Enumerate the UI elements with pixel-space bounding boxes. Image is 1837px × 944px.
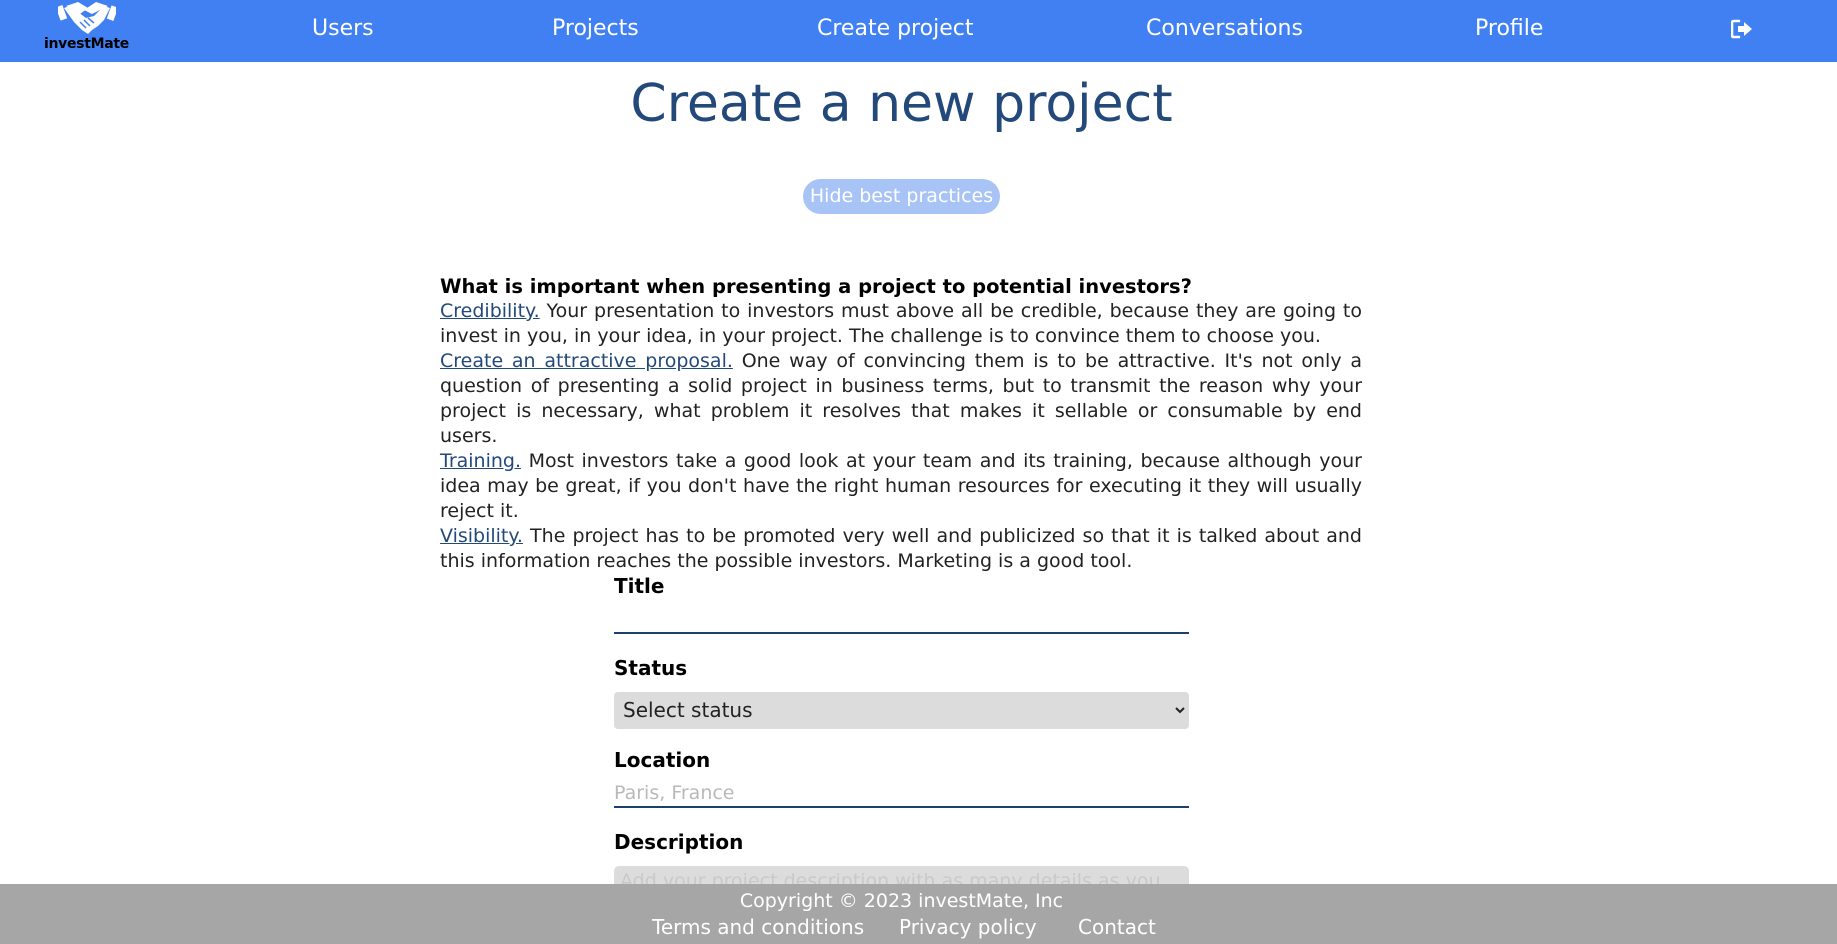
page-title: Create a new project xyxy=(630,74,1173,134)
practice-link-training[interactable]: Training. xyxy=(440,450,521,472)
contact-link[interactable]: Contact xyxy=(1078,915,1156,939)
title-label: Title xyxy=(614,574,665,598)
title-input[interactable] xyxy=(614,606,1189,634)
chevron-down-icon xyxy=(1175,707,1185,714)
practice-item-attractive-proposal: Create an attractive proposal. One way o… xyxy=(440,349,1362,449)
practice-item-credibility: Credibility. Your presentation to invest… xyxy=(440,299,1362,349)
hide-best-practices-button[interactable]: Hide best practices xyxy=(803,179,1000,214)
brand-name: investMate xyxy=(44,36,129,52)
nav-users[interactable]: Users xyxy=(312,0,374,58)
handshake-icon xyxy=(58,2,116,34)
best-practices-heading: What is important when presenting a proj… xyxy=(440,275,1192,298)
status-selected-value: Select status xyxy=(623,698,753,722)
nav-create-project[interactable]: Create project xyxy=(817,0,973,58)
practice-link-attractive-proposal[interactable]: Create an attractive proposal. xyxy=(440,350,733,372)
best-practices-section: What is important when presenting a proj… xyxy=(440,274,1362,574)
status-label: Status xyxy=(614,656,688,680)
location-input[interactable] xyxy=(614,780,1189,808)
navbar: investMate Users Projects Create project… xyxy=(0,0,1837,62)
location-label: Location xyxy=(614,748,711,772)
copyright-text: Copyright © 2023 investMate, Inc xyxy=(739,890,1064,912)
nav-conversations[interactable]: Conversations xyxy=(1146,0,1303,58)
sign-out-icon[interactable] xyxy=(1731,19,1753,39)
nav-projects[interactable]: Projects xyxy=(552,0,639,58)
privacy-policy-link[interactable]: Privacy policy xyxy=(899,915,1037,939)
description-label: Description xyxy=(614,830,744,854)
practice-link-visibility[interactable]: Visibility. xyxy=(440,525,523,547)
terms-link[interactable]: Terms and conditions xyxy=(652,915,864,939)
practice-text: Most investors take a good look at your … xyxy=(440,450,1362,522)
practice-item-training: Training. Most investors take a good loo… xyxy=(440,449,1362,524)
brand-logo[interactable]: investMate xyxy=(44,0,129,56)
practice-item-visibility: Visibility. The project has to be promot… xyxy=(440,524,1362,574)
footer: Copyright © 2023 investMate, Inc Terms a… xyxy=(0,884,1837,944)
status-select[interactable]: Select status xyxy=(614,692,1189,729)
nav-profile[interactable]: Profile xyxy=(1475,0,1543,58)
practice-text: The project has to be promoted very well… xyxy=(440,525,1362,572)
practice-text: Your presentation to investors must abov… xyxy=(440,300,1362,347)
practice-link-credibility[interactable]: Credibility. xyxy=(440,300,540,322)
